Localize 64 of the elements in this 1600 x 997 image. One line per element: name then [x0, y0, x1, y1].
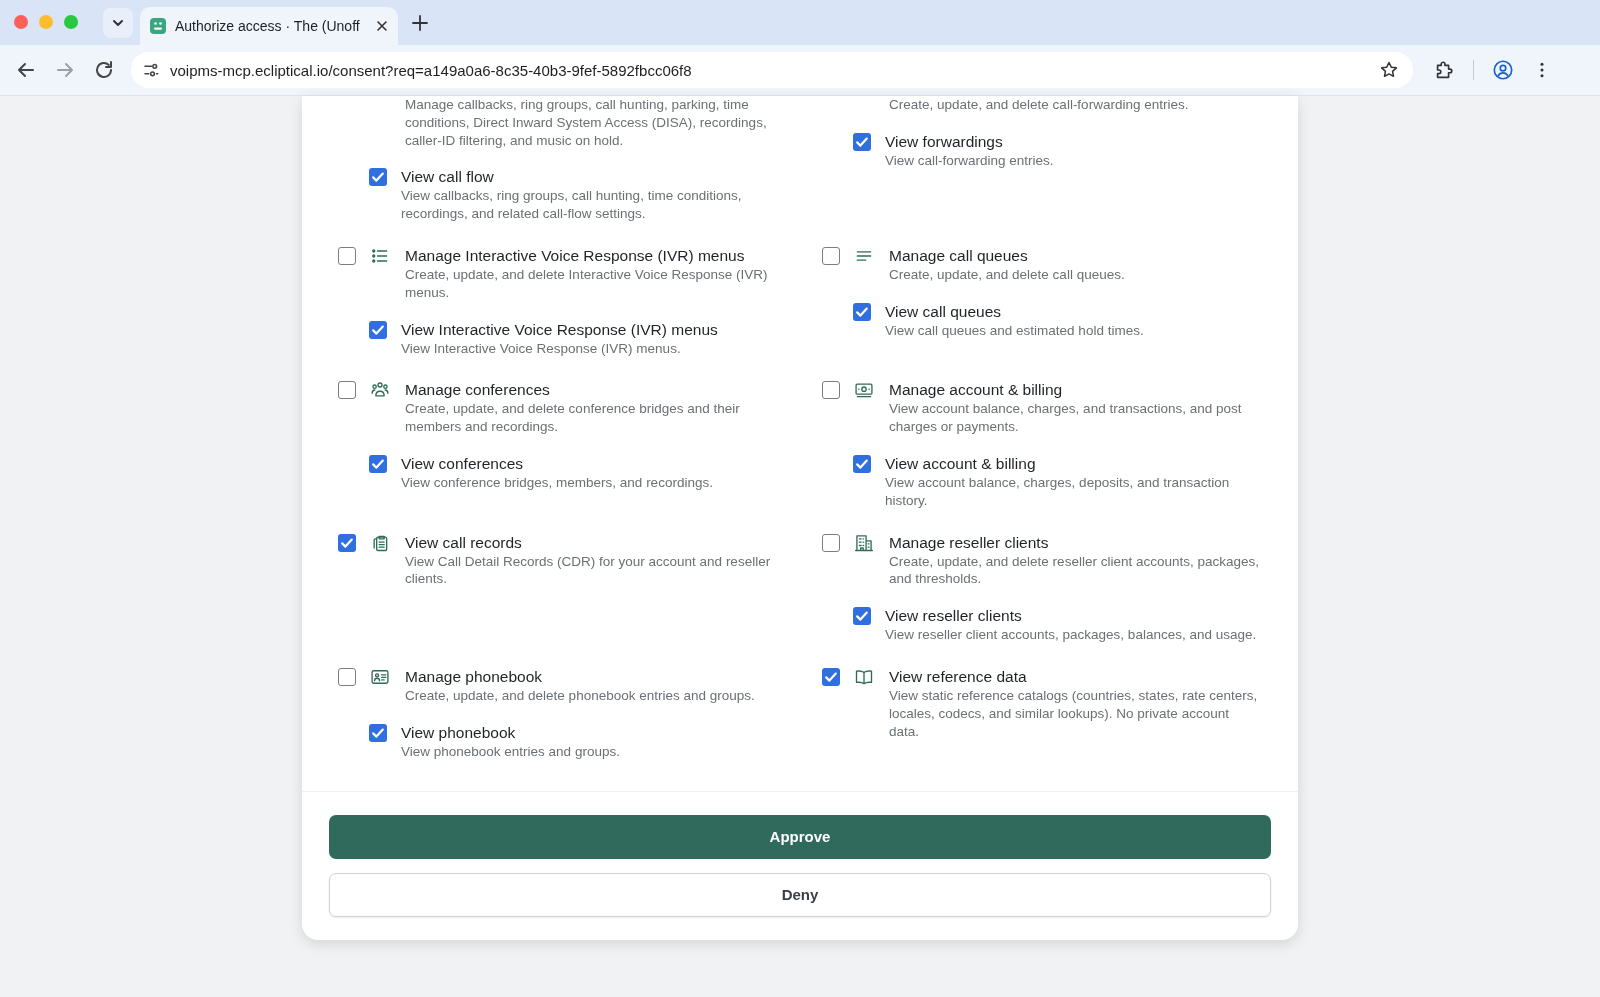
scope-description: View account balance, charges, and transactions, and post charges or payments. [889, 400, 1243, 436]
scope-title: View call records [405, 532, 523, 553]
building-icon [854, 532, 874, 553]
scope-description: View static reference catalogs (countries, states, rate centers, locales, codecs, and similar lookups). No private account data. [889, 686, 1259, 741]
scope-description: View reseller client accounts, packages, balances, and usage. [885, 626, 1257, 644]
checkbox[interactable] [853, 132, 871, 151]
checkbox[interactable] [369, 723, 387, 742]
scope-description: View conference bridges, members, and recordings. [401, 473, 713, 492]
checkbox[interactable] [338, 667, 356, 686]
scope-description: View callbacks, ring groups, call hunting, time conditions, recordings, and related call-flow settings. [401, 187, 743, 223]
checkbox[interactable] [369, 454, 387, 473]
scope-description: View call queues and estimated hold times. [885, 321, 1144, 340]
scope-description: Create, update, and delete conference bridges and their members and recordings. [405, 400, 741, 436]
scope-description: Create, update, and delete reseller client accounts, packages, and thresholds. [889, 552, 1260, 589]
star-icon[interactable] [1379, 60, 1399, 80]
scope-title: View account & billing [885, 453, 1037, 474]
checkbox[interactable] [822, 667, 840, 686]
scope-title: Manage Interactive Voice Response (IVR) menus [405, 246, 746, 266]
tab-search-button[interactable] [103, 8, 133, 38]
checkbox[interactable] [853, 454, 871, 473]
scope-description: View Interactive Voice Response (IVR) menus. [401, 339, 682, 358]
close-window-button[interactable] [14, 15, 28, 29]
checkbox[interactable] [853, 302, 871, 321]
scope-description: Create, update, and delete call-forwarding entries. [889, 96, 1189, 114]
scope-title: Manage call queues [889, 246, 1029, 266]
scope-description: Create, update, and delete phonebook entries and groups. [405, 686, 755, 705]
deny-button[interactable]: Deny [329, 872, 1271, 917]
scope-title: View forwardings [885, 131, 1004, 152]
browser-tab[interactable]: Authorize access · The (Unoff [140, 7, 398, 45]
address-bar[interactable]: voipms-mcp.ecliptical.io/consent?req=a149a0a6-8c35-40b3-9fef-5892fbcc06f8 [131, 52, 1413, 88]
checkbox[interactable] [369, 168, 387, 187]
scope-description: Manage callbacks, ring groups, call hunting, parking, time conditions, Direct Inward System Access (DISA), recordings, caller-ID filtering, and music on hold. [405, 96, 768, 150]
checkbox[interactable] [369, 320, 387, 339]
site-settings-icon[interactable] [142, 61, 160, 79]
scope-title: View conferences [401, 453, 525, 474]
checkbox[interactable] [338, 247, 356, 265]
scope-title: Manage phonebook [405, 666, 544, 687]
list-icon [370, 246, 390, 266]
scope-title: Manage conferences [405, 380, 551, 401]
close-icon[interactable] [376, 20, 388, 32]
scope-title: View reference data [889, 666, 1028, 687]
checkbox[interactable] [338, 381, 356, 400]
scope-description: Create, update, and delete call queues. [889, 266, 1125, 284]
approve-button[interactable]: Approve [329, 814, 1271, 859]
checkbox[interactable] [338, 533, 356, 552]
scope-description: View call-forwarding entries. [885, 151, 1054, 170]
checkbox[interactable] [822, 533, 840, 552]
scope-description: View phonebook entries and groups. [401, 742, 620, 761]
scope-description: View account balance, charges, deposits, and transaction history. [885, 473, 1231, 510]
scope-title: View reseller clients [885, 606, 1023, 627]
scope-title: View call flow [401, 167, 495, 188]
profile-icon[interactable] [1492, 59, 1514, 81]
scope-title: View Interactive Voice Response (IVR) menus [401, 319, 718, 340]
scope-title: View call queues [885, 301, 1003, 322]
scope-title: View phonebook [401, 722, 517, 743]
new-tab-button[interactable] [410, 13, 430, 33]
app-icon [150, 18, 166, 34]
checkbox[interactable] [822, 247, 840, 265]
scope-description: Create, update, and delete Interactive Voice Response (IVR) menus. [405, 266, 769, 302]
checkbox[interactable] [822, 381, 840, 400]
scope-title: Manage reseller clients [889, 532, 1050, 553]
scope-title: Manage account & billing [889, 380, 1064, 401]
scope-description: View Call Detail Records (CDR) for your account and reseller clients. [405, 552, 772, 589]
checkbox[interactable] [853, 607, 871, 626]
